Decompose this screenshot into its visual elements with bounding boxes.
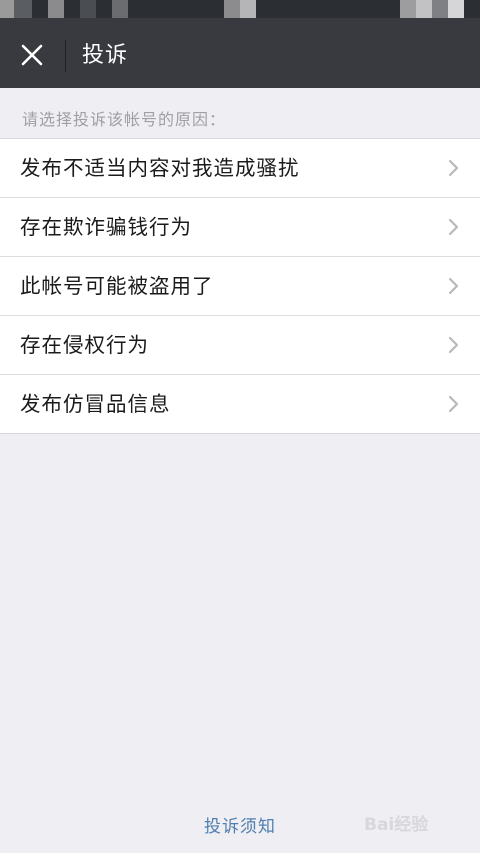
reason-item-fraud[interactable]: 存在欺诈骗钱行为 — [0, 198, 480, 257]
reason-prompt: 请选择投诉该帐号的原因： — [22, 110, 227, 129]
header-divider — [65, 40, 66, 72]
chevron-right-icon — [448, 277, 459, 295]
page-title: 投诉 — [82, 43, 129, 68]
reason-label: 存在侵权行为 — [20, 333, 149, 357]
chevron-right-icon — [448, 336, 459, 354]
chevron-right-icon — [448, 218, 459, 236]
reason-label: 发布不适当内容对我造成骚扰 — [20, 156, 300, 180]
chevron-right-icon — [448, 159, 459, 177]
reason-item-infringement[interactable]: 存在侵权行为 — [0, 316, 480, 375]
reason-item-harassment[interactable]: 发布不适当内容对我造成骚扰 — [0, 139, 480, 198]
close-icon — [21, 44, 43, 66]
title-bar: 投诉 — [0, 18, 480, 88]
watermark-text: Bai经验 — [364, 815, 429, 835]
close-button[interactable] — [10, 35, 54, 75]
status-bar — [0, 0, 480, 18]
reason-list: 发布不适当内容对我造成骚扰 存在欺诈骗钱行为 此帐号可能被盗用了 存在侵权行为 … — [0, 138, 480, 434]
chevron-right-icon — [448, 395, 459, 413]
reason-label: 存在欺诈骗钱行为 — [20, 215, 192, 239]
reason-item-counterfeit[interactable]: 发布仿冒品信息 — [0, 375, 480, 433]
reason-label: 发布仿冒品信息 — [20, 392, 171, 416]
watermark-logo: Bai经验 — [364, 800, 454, 838]
reason-item-stolen-account[interactable]: 此帐号可能被盗用了 — [0, 257, 480, 316]
reason-label: 此帐号可能被盗用了 — [20, 274, 214, 298]
